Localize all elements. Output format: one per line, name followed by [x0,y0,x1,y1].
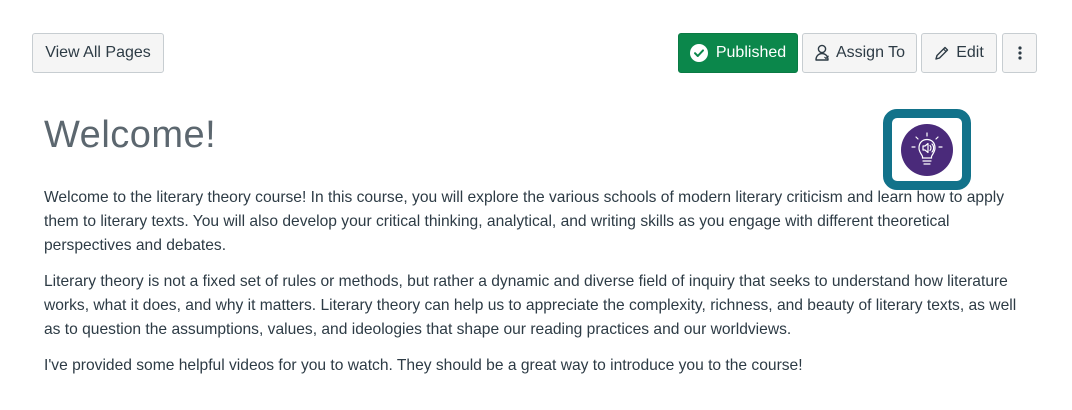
view-all-pages-button[interactable]: View All Pages [32,33,164,73]
view-all-pages-label: View All Pages [45,44,151,61]
more-options-button[interactable] [1002,33,1037,73]
text-to-speech-button[interactable] [883,109,971,190]
edit-label: Edit [956,44,984,61]
kebab-icon [1017,45,1022,61]
check-circle-icon [689,44,708,62]
page-container: View All Pages Published Assign To Edit [0,0,1072,410]
assign-to-label: Assign To [835,44,906,61]
page-content: Welcome to the literary theory course! I… [44,186,1029,390]
pencil-icon [934,45,950,61]
lightbulb-speaker-icon [901,123,953,176]
person-icon [814,44,830,62]
edit-button[interactable]: Edit [921,33,997,73]
page-title: Welcome! [44,114,217,156]
published-label: Published [715,44,787,61]
published-button[interactable]: Published [678,33,798,73]
videos-paragraph: I've provided some helpful videos for yo… [44,357,803,374]
assign-to-button[interactable]: Assign To [802,33,917,73]
intro-paragraph: Welcome to the literary theory course! I… [44,189,1005,254]
theory-paragraph: Literary theory is not a fixed set of ru… [44,273,1017,338]
